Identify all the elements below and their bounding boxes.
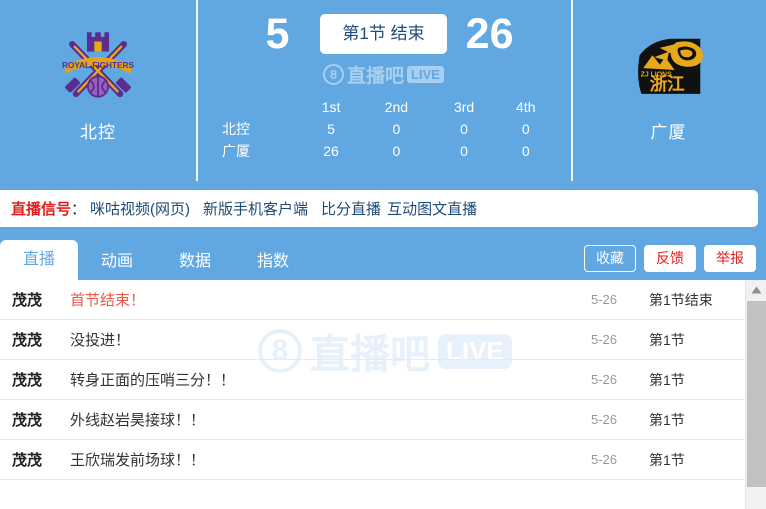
- quarter-table-row-home: 北控 5 0 0 0: [210, 118, 556, 140]
- qt-head-1st: 1st: [321, 99, 341, 115]
- qt-home-q1: 5: [327, 121, 335, 137]
- tab-data[interactable]: 数据: [156, 244, 234, 280]
- signal-bar-container: 直播信号 ： 咪咕视频(网页) 新版手机客户端 比分直播 互动图文直播: [0, 181, 766, 237]
- live-score-page: ROYAL FIGHTERS 北控 5 第1节 结束 26 8 直播吧 LIVE…: [0, 0, 766, 509]
- quarter-score-table: 1st 2nd 3rd 4th 北控 5 0 0 0 广厦 26 0 0 0: [210, 96, 556, 162]
- commentary-text: 王欣瑞发前场球！！: [70, 452, 206, 469]
- qt-head-2nd: 2nd: [384, 99, 409, 115]
- signal-colon: ：: [71, 201, 87, 218]
- qt-home-q3: 0: [460, 121, 468, 137]
- qt-head-4th: 4th: [516, 99, 536, 115]
- commentary-score: 5-26: [590, 412, 618, 427]
- signal-label: 直播信号: [11, 201, 72, 218]
- home-team-block[interactable]: ROYAL FIGHTERS 北控: [0, 0, 196, 181]
- qt-home-q4: 0: [521, 121, 530, 137]
- qt-away-q3: 0: [460, 143, 468, 159]
- table-row[interactable]: 茂茂 没投进！ 5-26 第1节: [0, 320, 745, 360]
- scrollbar-thumb[interactable]: [747, 301, 766, 487]
- table-row[interactable]: 茂茂 转身正面的压哨三分！！ 5-26 第1节: [0, 360, 745, 400]
- commentary-score: 5-26: [590, 332, 618, 347]
- feedback-button[interactable]: 反馈: [644, 245, 696, 272]
- qt-away-label: 广厦: [222, 143, 250, 159]
- watermark-live-tag: LIVE: [407, 66, 444, 83]
- qt-home-label: 北控: [222, 121, 250, 137]
- signal-link-score[interactable]: 比分直播: [321, 198, 381, 219]
- home-score: 5: [265, 10, 290, 58]
- qt-head-blank: [210, 96, 302, 118]
- home-team-name: 北控: [80, 123, 116, 142]
- commentary-score: 5-26: [590, 372, 618, 387]
- commentary-period: 第1节: [649, 451, 685, 468]
- commentary-score: 5-26: [590, 292, 618, 307]
- qt-away-q4: 0: [521, 143, 530, 159]
- tab-index[interactable]: 指数: [234, 244, 312, 280]
- commentary-list-area: 8 直播吧 LIVE 茂茂 首节结束！ 5-26 第1节结束 茂茂 没投进！ 5…: [0, 280, 766, 509]
- commentary-author: 茂茂: [12, 292, 43, 309]
- commentary-text: 首节结束！: [70, 292, 146, 309]
- qt-home-q2: 0: [392, 121, 401, 137]
- quarter-table-row-away: 广厦 26 0 0 0: [210, 140, 556, 162]
- qt-away-q1: 26: [323, 143, 339, 159]
- commentary-period: 第1节结束: [649, 291, 713, 308]
- list-scrollbar[interactable]: [745, 280, 766, 509]
- commentary-period: 第1节: [649, 331, 685, 348]
- scroll-up-arrow-icon[interactable]: [746, 280, 766, 299]
- svg-text:浙江: 浙江: [649, 74, 684, 94]
- tab-bar: 直播 动画 数据 指数 收藏 反馈 举报: [0, 237, 766, 280]
- commentary-text: 转身正面的压哨三分！！: [70, 372, 236, 389]
- tab-action-buttons: 收藏 反馈 举报: [584, 245, 756, 272]
- commentary-list: 茂茂 首节结束！ 5-26 第1节结束 茂茂 没投进！ 5-26 第1节 茂茂 …: [0, 280, 745, 480]
- commentary-author: 茂茂: [12, 412, 43, 429]
- away-team-name: 广厦: [650, 123, 687, 142]
- watermark-text: 直播吧: [347, 66, 405, 87]
- table-row[interactable]: 茂茂 外线赵岩昊接球！！ 5-26 第1节: [0, 400, 745, 440]
- zj-lions-logo: ZJ LIONS 浙江: [623, 24, 715, 116]
- signal-link-migu[interactable]: 咪咕视频(网页): [90, 198, 190, 219]
- quarter-table-header-row: 1st 2nd 3rd 4th: [210, 96, 556, 118]
- favorite-button[interactable]: 收藏: [584, 245, 636, 272]
- away-team-block[interactable]: ZJ LIONS 浙江 广厦: [571, 0, 766, 181]
- royal-fighters-logo: ROYAL FIGHTERS: [52, 24, 144, 116]
- commentary-author: 茂茂: [12, 372, 43, 389]
- qt-away-q2: 0: [392, 143, 401, 159]
- tab-list: 直播 动画 数据 指数: [0, 237, 312, 280]
- tab-live[interactable]: 直播: [0, 240, 79, 280]
- center-score-block: 5 第1节 结束 26 8 直播吧 LIVE 1st 2nd 3rd 4th 北…: [196, 0, 571, 181]
- header-watermark: 8 直播吧 LIVE: [196, 61, 571, 88]
- signal-link-textlive[interactable]: 互动图文直播: [387, 198, 477, 219]
- report-button[interactable]: 举报: [704, 245, 756, 272]
- zhibo8-badge-icon: 8: [323, 64, 345, 85]
- signal-link-mobile[interactable]: 新版手机客户端: [203, 198, 308, 219]
- commentary-period: 第1节: [649, 411, 685, 428]
- commentary-author: 茂茂: [12, 452, 43, 469]
- commentary-text: 没投进！: [70, 332, 131, 349]
- period-status-chip: 第1节 结束: [320, 14, 447, 54]
- tab-animation[interactable]: 动画: [78, 244, 156, 280]
- away-score: 26: [465, 10, 514, 58]
- score-row: 5 第1节 结束 26: [196, 6, 571, 62]
- commentary-period: 第1节: [649, 371, 685, 388]
- table-row[interactable]: 茂茂 首节结束！ 5-26 第1节结束: [0, 280, 745, 320]
- commentary-text: 外线赵岩昊接球！！: [70, 412, 206, 429]
- signal-bar: 直播信号 ： 咪咕视频(网页) 新版手机客户端 比分直播 互动图文直播: [0, 190, 758, 227]
- scoreboard-header: ROYAL FIGHTERS 北控 5 第1节 结束 26 8 直播吧 LIVE…: [0, 0, 766, 181]
- qt-head-3rd: 3rd: [453, 99, 475, 115]
- table-row[interactable]: 茂茂 王欣瑞发前场球！！ 5-26 第1节: [0, 440, 745, 480]
- commentary-author: 茂茂: [12, 332, 43, 349]
- commentary-score: 5-26: [590, 452, 618, 467]
- svg-text:ROYAL FIGHTERS: ROYAL FIGHTERS: [62, 61, 135, 70]
